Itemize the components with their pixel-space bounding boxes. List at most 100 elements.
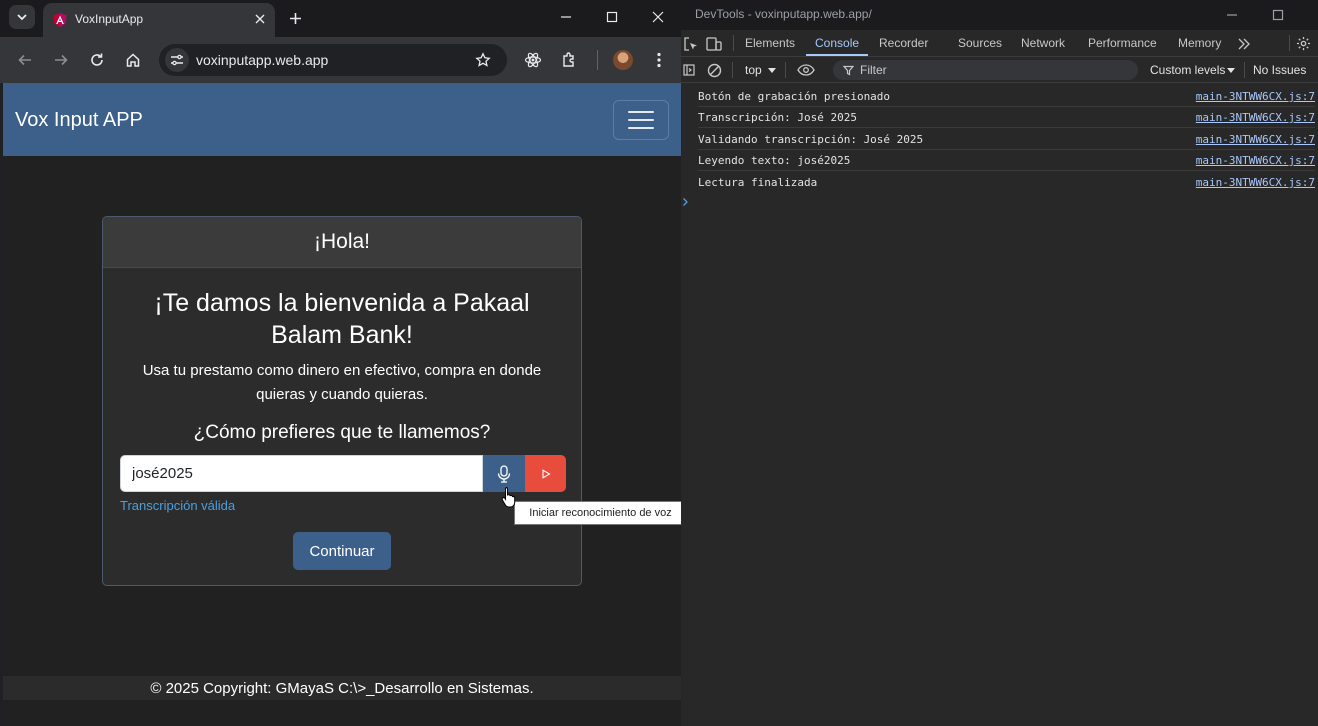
- arrow-left-icon: [18, 54, 31, 66]
- dropdown-arrow-icon: [1227, 68, 1235, 73]
- tab-console[interactable]: Console: [815, 36, 859, 50]
- log-message: Leyendo texto: josé2025: [698, 154, 851, 167]
- app-navbar: Vox Input APP: [3, 83, 681, 156]
- welcome-card: ¡Hola! ¡Te damos la bienvenida a Pakaal …: [102, 216, 582, 586]
- forward-button[interactable]: [49, 48, 73, 72]
- maximize-icon: [1272, 9, 1284, 21]
- browser-tab[interactable]: VoxInputApp: [43, 3, 275, 37]
- console-log-row: Leyendo texto: josé2025 main-3NTWW6CX.js…: [698, 150, 1315, 171]
- tab-strip: VoxInputApp: [0, 0, 681, 37]
- bookmark-button[interactable]: [471, 48, 495, 72]
- tab-memory[interactable]: Memory: [1178, 36, 1221, 50]
- eye-icon: [797, 64, 815, 76]
- devtools-minimize-button[interactable]: [1209, 0, 1255, 30]
- maximize-button[interactable]: [589, 0, 635, 34]
- tabbar-divider: [1289, 35, 1290, 51]
- minimize-button[interactable]: [543, 0, 589, 34]
- console-log-row: Botón de grabación presionado main-3NTWW…: [698, 86, 1315, 107]
- dropdown-arrow-icon: [768, 68, 776, 73]
- navbar-toggler[interactable]: [613, 100, 669, 140]
- console-log-row: Lectura finalizada main-3NTWW6CX.js:7: [698, 172, 1315, 193]
- tabbar-divider: [733, 35, 734, 51]
- read-aloud-button[interactable]: [525, 455, 566, 492]
- live-expression-button[interactable]: [793, 58, 819, 82]
- react-devtools-extension[interactable]: [521, 48, 545, 72]
- log-source-link[interactable]: main-3NTWW6CX.js:7: [1196, 90, 1315, 103]
- browser-menu-button[interactable]: [647, 48, 671, 72]
- minimize-icon: [1227, 14, 1237, 16]
- devtools-settings-button[interactable]: [1292, 31, 1314, 55]
- issues-counter[interactable]: No Issues: [1253, 63, 1306, 77]
- devtools-window-title: DevTools - voxinputapp.web.app/: [695, 7, 872, 21]
- devtools-window: DevTools - voxinputapp.web.app/ Elements…: [681, 0, 1318, 726]
- console-divider: [1244, 62, 1245, 78]
- toggle-sidebar-button[interactable]: [681, 58, 697, 82]
- console-divider: [785, 62, 786, 78]
- hand-cursor-icon: [501, 487, 516, 508]
- console-toolbar: top Filter Custom levels No Issues: [681, 57, 1318, 83]
- active-tab-indicator: [806, 54, 868, 56]
- tab-close-button[interactable]: [251, 10, 269, 28]
- site-info-button[interactable]: [165, 48, 189, 72]
- hamburger-line: [628, 111, 654, 113]
- maximize-icon: [606, 11, 618, 23]
- name-input[interactable]: [120, 455, 483, 492]
- console-filter-input[interactable]: Filter: [833, 60, 1138, 80]
- log-levels-dropdown[interactable]: Custom levels: [1150, 63, 1225, 77]
- log-source-link[interactable]: main-3NTWW6CX.js:7: [1196, 133, 1315, 146]
- reload-button[interactable]: [85, 48, 109, 72]
- continue-button[interactable]: Continuar: [293, 532, 391, 570]
- log-source-link[interactable]: main-3NTWW6CX.js:7: [1196, 154, 1315, 167]
- microphone-icon: [497, 464, 511, 483]
- web-page: Vox Input APP ¡Hola! ¡Te damos la bienve…: [3, 83, 681, 726]
- puzzle-icon: [563, 52, 574, 67]
- log-message: Botón de grabación presionado: [698, 90, 891, 103]
- minimize-icon: [561, 16, 571, 18]
- inspect-icon: [684, 37, 697, 51]
- filter-placeholder: Filter: [860, 63, 887, 77]
- plus-icon: [289, 12, 301, 24]
- home-button[interactable]: [121, 48, 145, 72]
- chevron-down-icon: [17, 14, 27, 21]
- context-selector[interactable]: top: [745, 63, 762, 77]
- page-footer: © 2025 Copyright: GMayaS C:\>_Desarrollo…: [3, 676, 681, 700]
- profile-avatar[interactable]: [613, 50, 633, 70]
- tab-search-button[interactable]: [9, 5, 35, 29]
- devtools-maximize-button[interactable]: [1255, 0, 1301, 30]
- tab-network[interactable]: Network: [1021, 36, 1065, 50]
- clear-console-button[interactable]: [702, 58, 726, 82]
- navbar-brand[interactable]: Vox Input APP: [15, 109, 143, 132]
- close-icon: [652, 11, 664, 23]
- console-log-row: Validando transcripción: José 2025 main-…: [698, 129, 1315, 150]
- tune-icon: [171, 54, 183, 66]
- card-text: Usa tu prestamo como dinero en efectivo,…: [142, 362, 542, 403]
- tab-performance[interactable]: Performance: [1088, 36, 1157, 50]
- tab-recorder[interactable]: Recorder: [879, 36, 928, 50]
- devtools-titlebar: DevTools - voxinputapp.web.app/: [681, 0, 1318, 30]
- device-icon: [706, 37, 722, 51]
- hamburger-line: [628, 119, 654, 121]
- toolbar-separator: [597, 50, 598, 70]
- inspect-element-button[interactable]: [681, 32, 701, 56]
- log-source-link[interactable]: main-3NTWW6CX.js:7: [1196, 176, 1315, 189]
- more-tabs-button[interactable]: [1233, 32, 1255, 56]
- tab-title: VoxInputApp: [75, 12, 144, 26]
- tab-elements[interactable]: Elements: [745, 36, 795, 50]
- device-toolbar-button[interactable]: [703, 32, 725, 56]
- react-icon: [524, 52, 542, 68]
- more-vert-icon: [657, 52, 661, 68]
- extensions-button[interactable]: [557, 48, 581, 72]
- card-title: ¡Te damos la bienvenida a Pakaal Balam B…: [154, 289, 530, 349]
- window-close-button[interactable]: [635, 0, 681, 34]
- log-source-link[interactable]: main-3NTWW6CX.js:7: [1196, 111, 1315, 124]
- back-button[interactable]: [13, 48, 37, 72]
- browser-toolbar: voxinputapp.web.app: [0, 37, 681, 83]
- close-icon: [255, 14, 265, 24]
- address-bar[interactable]: voxinputapp.web.app: [159, 44, 507, 76]
- browser-window: VoxInputApp voxinputapp.web.app Vox Inpu…: [0, 0, 681, 726]
- filter-icon: [843, 65, 854, 76]
- transcription-valid-message: Transcripción válida: [120, 498, 236, 513]
- tab-sources[interactable]: Sources: [958, 36, 1002, 50]
- url-text: voxinputapp.web.app: [196, 52, 329, 68]
- new-tab-button[interactable]: [283, 6, 307, 30]
